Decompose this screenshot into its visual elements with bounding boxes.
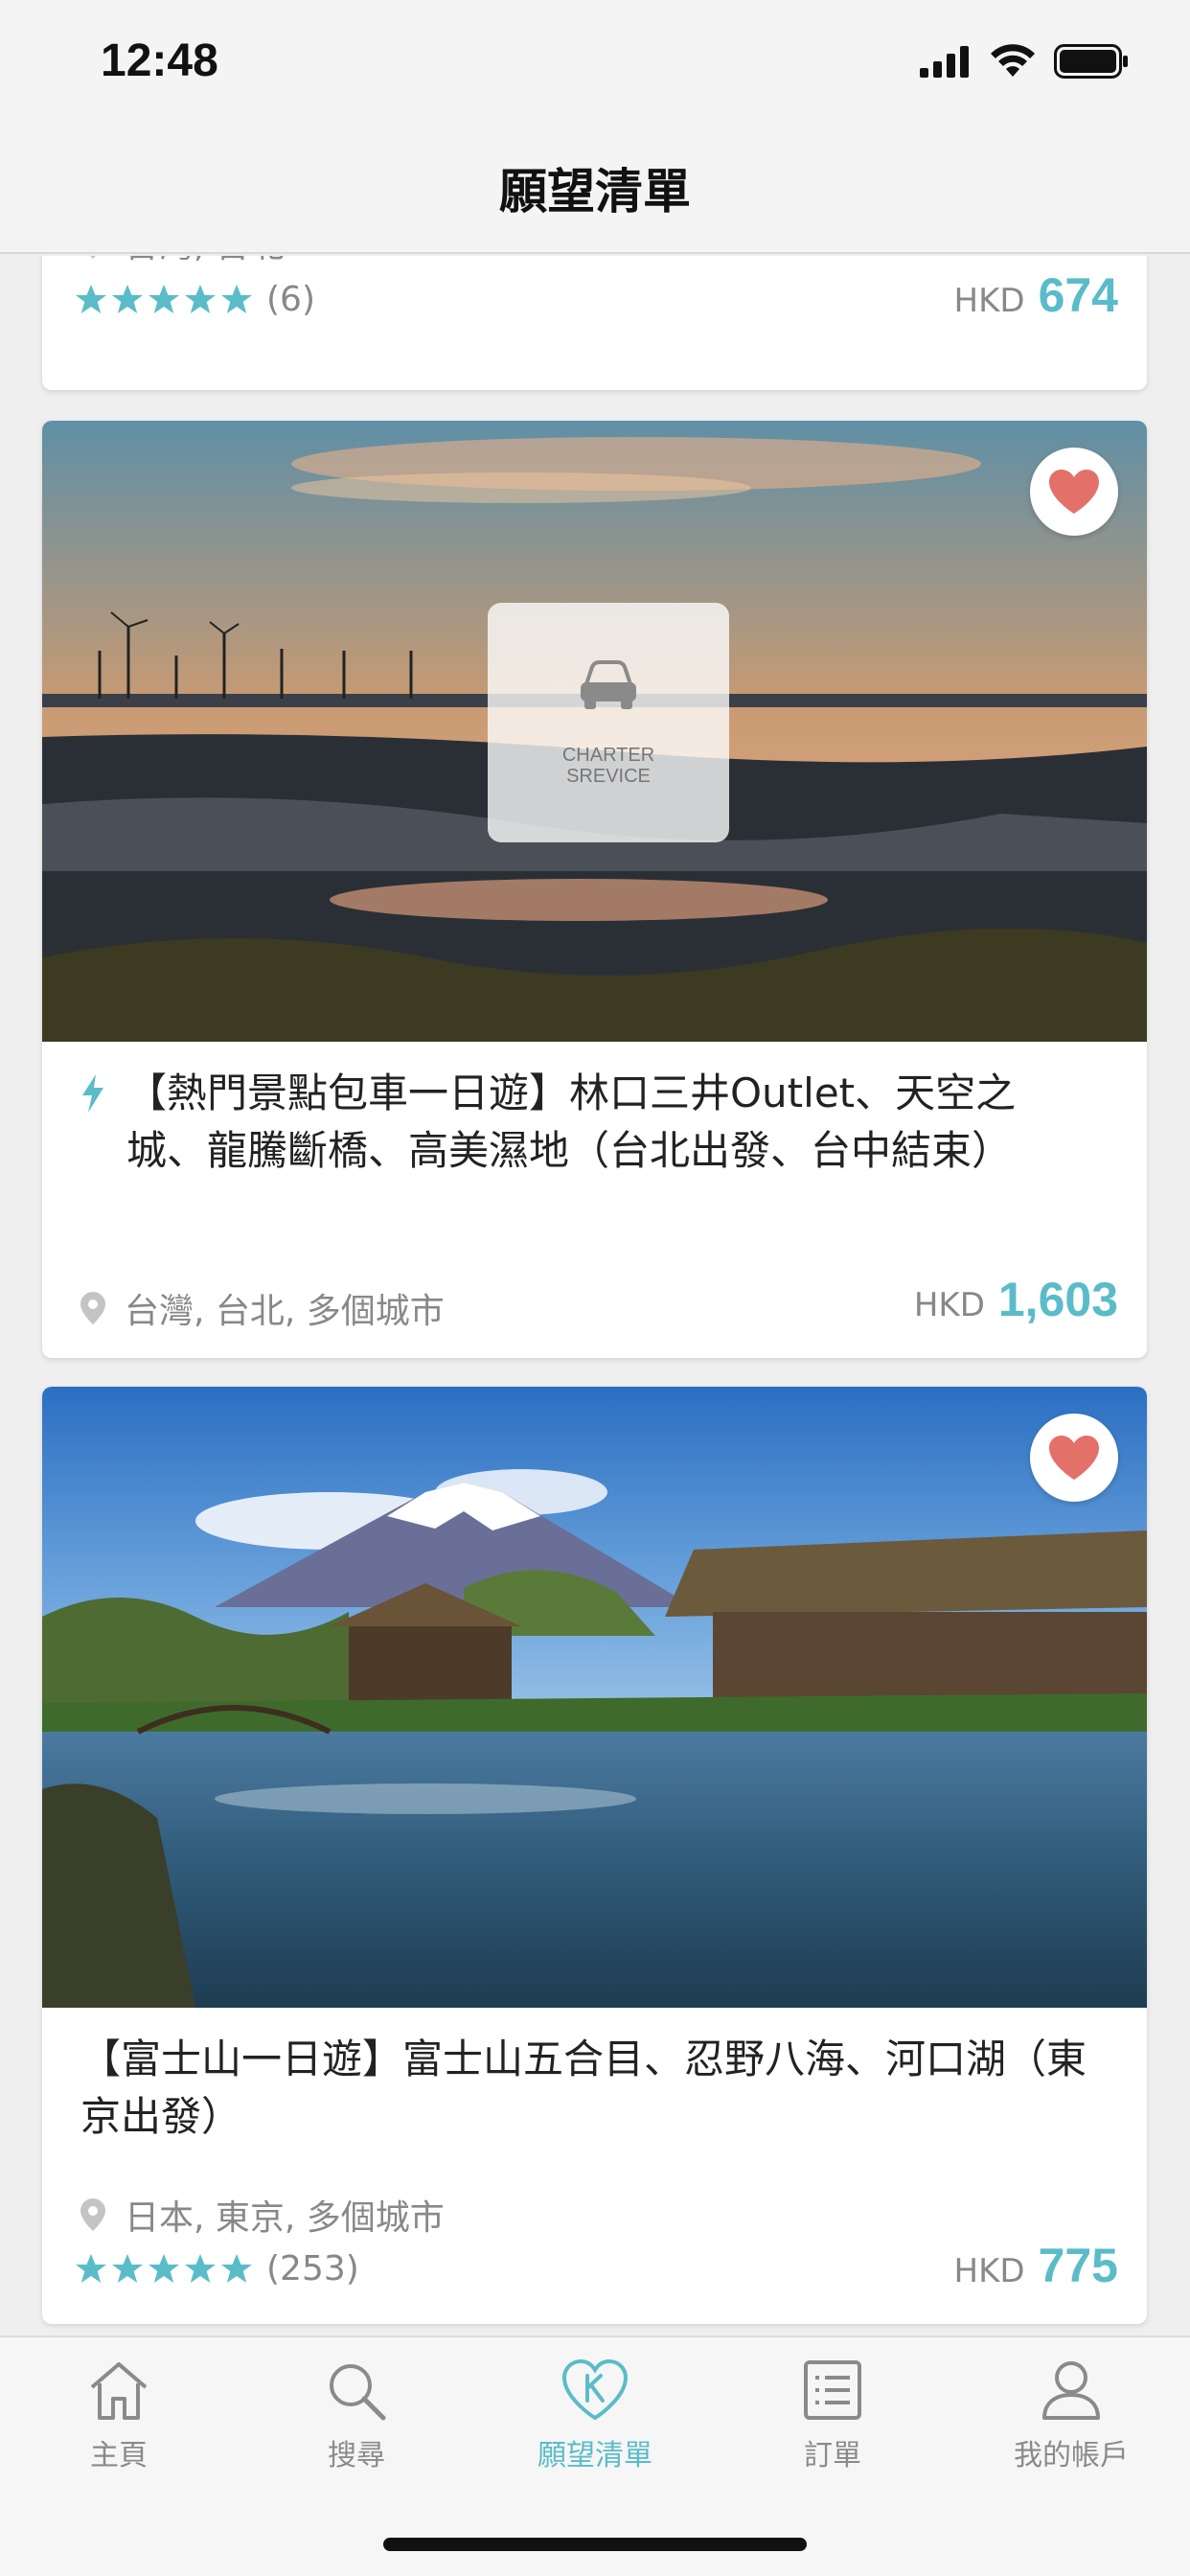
wishlist-heart-button[interactable] bbox=[1030, 1414, 1118, 1502]
nav-bar: 願望清單 bbox=[0, 134, 1190, 254]
price-currency: HKD bbox=[953, 282, 1025, 320]
price-amount: 775 bbox=[1038, 2239, 1118, 2292]
tab-orders[interactable]: 訂單 bbox=[714, 2358, 951, 2473]
wishlist-heart-icon bbox=[561, 2358, 629, 2421]
page-title: 願望清單 bbox=[499, 164, 691, 219]
location-pin-icon bbox=[80, 1292, 105, 1324]
status-time: 12:48 bbox=[101, 35, 218, 86]
home-indicator[interactable] bbox=[383, 2538, 807, 2551]
price: HKD 1,603 bbox=[914, 1272, 1118, 1327]
charter-service-badge: CHARTER SREVICE bbox=[488, 603, 729, 842]
price-currency: HKD bbox=[953, 2252, 1025, 2290]
location-text: 台灣, 台北 bbox=[125, 256, 285, 267]
heart-icon bbox=[1049, 470, 1099, 514]
wishlist-card[interactable]: CHARTER SREVICE 【熱門景點包車一日遊】林口三井Outlet、天空之… bbox=[42, 421, 1147, 1358]
charter-service-label: CHARTER SREVICE bbox=[561, 745, 655, 787]
price: HKD 775 bbox=[954, 2238, 1118, 2293]
search-icon bbox=[330, 2364, 386, 2421]
tab-label: 我的帳戶 bbox=[1014, 2439, 1129, 2472]
tab-wishlist[interactable]: 願望清單 bbox=[476, 2358, 714, 2473]
battery-icon bbox=[1054, 44, 1128, 79]
star-rating-icon bbox=[76, 2253, 252, 2283]
tab-label: 搜尋 bbox=[328, 2439, 385, 2472]
price-currency: HKD bbox=[913, 1286, 985, 1324]
tab-label: 願望清單 bbox=[538, 2439, 652, 2472]
wishlist-card[interactable]: 【富士山一日遊】富士山五合目、忍野八海、河口湖（東京出發） 日本, 東京, 多個… bbox=[42, 1387, 1147, 2324]
orders-list-icon bbox=[804, 2360, 861, 2420]
tab-label: 訂單 bbox=[804, 2439, 861, 2472]
location-row: 台灣, 台北, 多個城市 bbox=[80, 1283, 445, 1333]
price-amount: 1,603 bbox=[997, 1273, 1118, 1326]
rating: (253) bbox=[75, 2249, 359, 2288]
tab-search[interactable]: 搜尋 bbox=[238, 2358, 475, 2473]
home-icon bbox=[90, 2362, 148, 2420]
car-icon bbox=[581, 660, 636, 709]
location-text: 台灣, 台北, 多個城市 bbox=[125, 1292, 445, 1331]
product-title[interactable]: 【富士山一日遊】富士山五合目、忍野八海、河口湖（東京出發） bbox=[80, 2031, 1089, 2146]
location-pin-icon bbox=[90, 256, 96, 259]
product-title[interactable]: 【熱門景點包車一日遊】林口三井Outlet、天空之城、龍騰斷橋、高美濕地（台北出… bbox=[80, 1065, 1089, 1180]
card-photo-mount-fuji-village[interactable] bbox=[42, 1387, 1147, 2008]
status-bar: 12:48 bbox=[0, 0, 1190, 134]
rating-count: (6) bbox=[266, 280, 315, 319]
signal-icon bbox=[920, 46, 969, 78]
location-row: 日本, 東京, 多個城市 bbox=[80, 2190, 445, 2240]
wishlist-heart-button[interactable] bbox=[1030, 448, 1118, 536]
tab-home[interactable]: 主頁 bbox=[0, 2358, 238, 2473]
price-amount: 674 bbox=[1038, 268, 1118, 322]
location-text: 日本, 東京, 多個城市 bbox=[125, 2198, 445, 2238]
location-row: 台灣, 台北 bbox=[80, 256, 285, 267]
status-icons bbox=[920, 42, 1129, 80]
wishlist-scroll-area[interactable]: 台灣, 台北 (6) HKD 674 bbox=[0, 256, 1190, 2335]
heart-icon bbox=[1049, 1436, 1099, 1480]
tab-account[interactable]: 我的帳戶 bbox=[952, 2358, 1190, 2473]
rating-count: (253) bbox=[266, 2249, 359, 2288]
wifi-icon bbox=[991, 44, 1035, 77]
rating: (6) bbox=[75, 280, 315, 319]
tab-label: 主頁 bbox=[90, 2439, 148, 2472]
wishlist-card[interactable]: 台灣, 台北 (6) HKD 674 bbox=[42, 256, 1147, 390]
location-pin-icon bbox=[80, 2198, 105, 2231]
star-rating-icon bbox=[76, 284, 252, 313]
account-icon bbox=[1042, 2361, 1100, 2420]
price: HKD 674 bbox=[954, 267, 1118, 323]
